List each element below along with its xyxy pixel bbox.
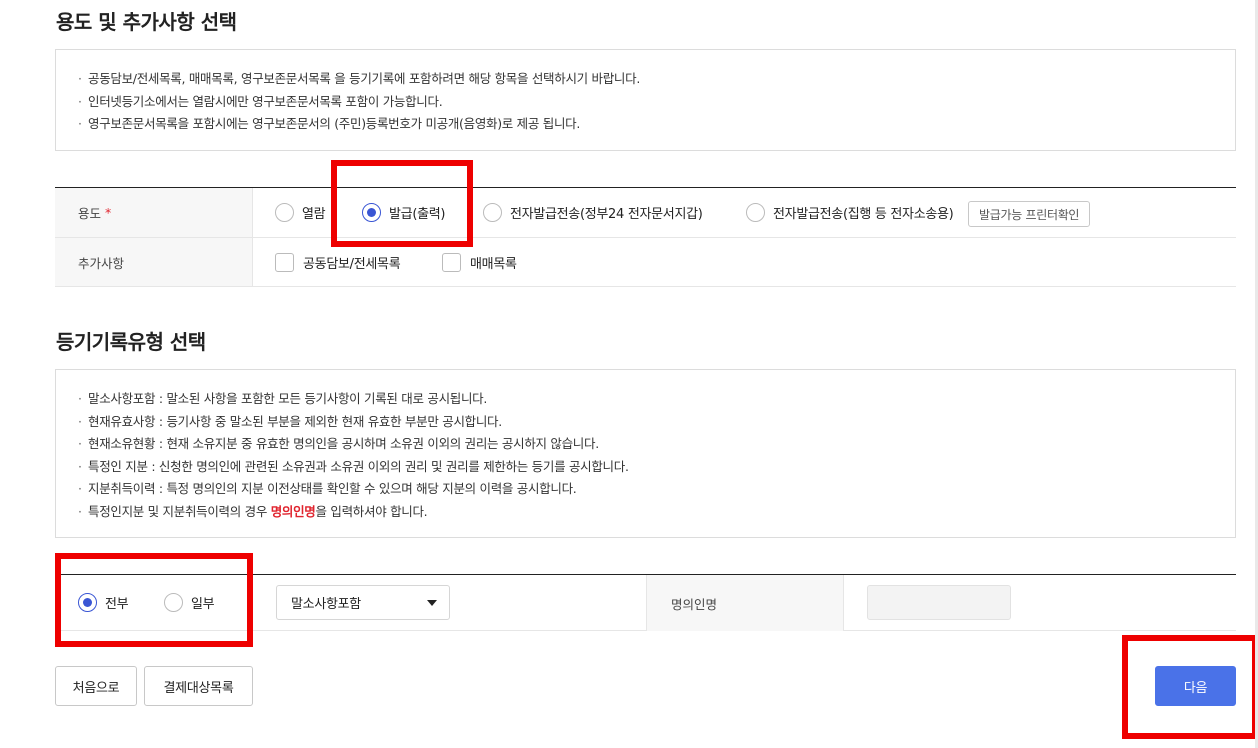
bullet-icon: · <box>78 71 82 86</box>
section-title-record-type: 등기기록유형 선택 <box>56 330 206 354</box>
checkbox-sales-list[interactable]: 매매목록 <box>442 238 517 286</box>
radio-label: 전자발급전송(집행 등 전자소송용) <box>773 207 954 222</box>
required-mark: * <box>105 205 112 220</box>
bullet-icon: · <box>78 93 82 109</box>
notice-text: 을 입력하셔야 합니다. <box>315 503 428 519</box>
radio-button-icon[interactable] <box>164 593 183 612</box>
notice-text: 특정인 지분 : 신청한 명의인에 관련된 소유권과 소유권 이외의 권리 및 … <box>88 458 629 474</box>
purpose-options: 열람 발급(출력) 전자발급전송(정부24 전자문서지갑) 전자발급전송(집행 … <box>253 188 1236 237</box>
radio-button-selected-icon[interactable] <box>362 203 381 222</box>
purpose-form-table: 용도 * 열람 발급(출력) 전자발급전송(정부24 전자문서지갑) 전자발급전송… <box>55 187 1236 287</box>
next-button[interactable]: 다음 <box>1155 666 1236 706</box>
go-first-button[interactable]: 처음으로 <box>55 666 137 706</box>
purpose-label: 용도 * <box>55 188 253 237</box>
radio-button-icon[interactable] <box>483 203 502 222</box>
checkbox-label: 공동담보/전세목록 <box>303 256 401 272</box>
checkbox-joint-collateral[interactable]: 공동담보/전세목록 <box>275 238 401 286</box>
checkbox-icon[interactable] <box>442 252 461 272</box>
notice-box-purpose: · 공동담보/전세목록, 매매목록, 영구보존문서목록 을 등기기록에 포함하려면… <box>55 49 1236 151</box>
notice-line: · 특정인 지분 : 신청한 명의인에 관련된 소유권과 소유권 이외의 권리 및… <box>78 456 1235 479</box>
radio-issue-print[interactable]: 발급(출력) <box>362 188 445 237</box>
extras-label: 추가사항 <box>55 238 253 286</box>
bullet-icon: · <box>78 481 82 496</box>
notice-line: · 특정인지분 및 지분취득이력의 경우 명의인명을 입력하셔야 합니다. <box>78 501 1235 524</box>
radio-label: 전자발급전송(정부24 전자문서지갑) <box>510 207 703 222</box>
owner-name-label: 명의인명 <box>646 575 844 631</box>
notice-text: 현재소유현황 : 현재 소유지분 중 유효한 명의인을 공시하며 소유권 이외의… <box>88 436 599 451</box>
radio-label: 일부 <box>191 597 215 612</box>
notice-text: 지분취득이력 : 특정 명의인의 지분 이전상태를 확인할 수 있으며 해당 지… <box>88 481 577 496</box>
radio-view[interactable]: 열람 <box>275 188 326 237</box>
checkbox-label: 매매목록 <box>470 256 517 272</box>
notice-text: 인터넷등기소에서는 열람시에만 영구보존문서목록 포함이 가능합니다. <box>88 93 443 109</box>
radio-scope-partial[interactable]: 일부 <box>164 575 215 630</box>
notice-box-record-type: · 말소사항포함 : 말소된 사항을 포함한 모든 등기사항이 기록된 대로 공시… <box>55 369 1236 538</box>
bullet-icon: · <box>78 391 82 406</box>
radio-e-issue-lawsuit[interactable]: 전자발급전송(집행 등 전자소송용) <box>746 188 954 237</box>
notice-text: 특정인지분 및 지분취득이력의 경우 <box>88 503 271 519</box>
checkbox-icon[interactable] <box>275 252 294 272</box>
caret-down-icon <box>427 600 437 606</box>
notice-text: 영구보존문서목록을 포함시에는 영구보존문서의 (주민)등록번호가 미공개(음영… <box>88 116 581 131</box>
radio-e-issue-gov24[interactable]: 전자발급전송(정부24 전자문서지갑) <box>483 188 703 237</box>
bullet-icon: · <box>78 413 82 429</box>
radio-label: 전부 <box>105 597 129 612</box>
extras-row: 추가사항 공동담보/전세목록 매매목록 <box>55 238 1236 287</box>
notice-line: · 공동담보/전세목록, 매매목록, 영구보존문서목록 을 등기기록에 포함하려면… <box>78 68 1235 91</box>
radio-button-icon[interactable] <box>275 203 294 222</box>
notice-line: · 현재유효사항 : 등기사항 중 말소된 부분을 제외한 현재 유효한 부분만 … <box>78 411 1235 434</box>
radio-scope-all[interactable]: 전부 <box>78 575 129 630</box>
section-title-purpose: 용도 및 추가사항 선택 <box>56 10 237 34</box>
printer-check-button[interactable]: 발급가능 프린터확인 <box>968 201 1091 227</box>
notice-line: · 영구보존문서목록을 포함시에는 영구보존문서의 (주민)등록번호가 미공개(음… <box>78 113 1235 136</box>
owner-name-input[interactable] <box>867 585 1011 620</box>
bullet-icon: · <box>78 458 82 474</box>
notice-line: · 현재소유현황 : 현재 소유지분 중 유효한 명의인을 공시하며 소유권 이외… <box>78 433 1235 456</box>
select-value: 말소사항포함 <box>291 597 361 612</box>
radio-button-icon[interactable] <box>746 203 765 222</box>
radio-label: 열람 <box>302 207 326 222</box>
record-type-form-table: 전부 일부 말소사항포함 명의인명 <box>55 574 1236 631</box>
notice-line: · 말소사항포함 : 말소된 사항을 포함한 모든 등기사항이 기록된 대로 공시… <box>78 388 1235 411</box>
payment-list-button[interactable]: 결제대상목록 <box>144 666 253 706</box>
bullet-icon: · <box>78 116 82 131</box>
record-type-select[interactable]: 말소사항포함 <box>276 585 450 620</box>
purpose-row: 용도 * 열람 발급(출력) 전자발급전송(정부24 전자문서지갑) 전자발급전송… <box>55 188 1236 238</box>
bullet-icon: · <box>78 503 82 519</box>
record-type-row: 전부 일부 말소사항포함 명의인명 <box>55 575 1236 631</box>
notice-text: 말소사항포함 : 말소된 사항을 포함한 모든 등기사항이 기록된 대로 공시됩… <box>88 391 488 406</box>
radio-button-selected-icon[interactable] <box>78 593 97 612</box>
purpose-label-text: 용도 <box>78 206 102 221</box>
bullet-icon: · <box>78 436 82 451</box>
notice-line: · 인터넷등기소에서는 열람시에만 영구보존문서목록 포함이 가능합니다. <box>78 91 1235 114</box>
notice-text: 공동담보/전세목록, 매매목록, 영구보존문서목록 을 등기기록에 포함하려면 … <box>88 71 640 86</box>
radio-label: 발급(출력) <box>389 207 446 222</box>
notice-text: 현재유효사항 : 등기사항 중 말소된 부분을 제외한 현재 유효한 부분만 공… <box>88 413 502 429</box>
notice-emphasis: 명의인명 <box>270 503 316 519</box>
notice-line: · 지분취득이력 : 특정 명의인의 지분 이전상태를 확인할 수 있으며 해당 … <box>78 478 1235 501</box>
extras-options: 공동담보/전세목록 매매목록 <box>253 238 1236 286</box>
